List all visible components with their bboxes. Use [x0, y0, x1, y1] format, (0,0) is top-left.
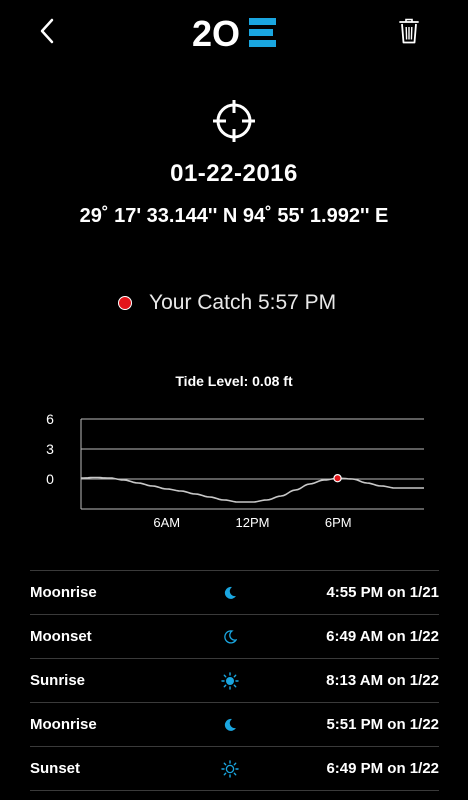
catch-coordinates: 29˚ 17' 33.144'' N 94˚ 55' 1.992'' E [79, 205, 389, 227]
event-name: Sunset [30, 760, 81, 777]
event-row: Moonrise 5:51 PM on 1/22 [30, 703, 439, 747]
event-row: Moonrise 4:55 PM on 1/21 [30, 570, 439, 615]
event-time: 4:55 PM on 1/21 [326, 584, 439, 601]
crosshair-icon [213, 100, 255, 142]
tide-series-line [81, 476, 424, 503]
trash-icon [399, 18, 419, 44]
locate-button[interactable] [211, 98, 257, 144]
y-tick-label: 6 [46, 411, 54, 427]
y-tick-label: 0 [46, 471, 54, 487]
catch-time-marker [333, 473, 342, 483]
tide-level-label: Tide Level: 0.08 ft [175, 373, 293, 389]
logo-e-mark [249, 18, 276, 47]
event-name: Moonset [30, 628, 92, 645]
event-time: 6:49 PM on 1/22 [326, 760, 439, 777]
delete-button[interactable] [392, 14, 426, 48]
event-name: Moonrise [30, 584, 97, 601]
event-row: Sunrise 8:13 AM on 1/22 [30, 659, 439, 703]
catch-row: Your Catch 5:57 PM [118, 288, 336, 318]
tide-chart: 6 3 0 6AM 12PM 6PM [46, 411, 424, 530]
top-bar: 2O E [0, 0, 468, 64]
event-time: 5:51 PM on 1/22 [326, 716, 439, 733]
event-name: Sunrise [30, 672, 86, 689]
catch-date: 01-22-2016 [170, 160, 298, 187]
event-time: 6:49 AM on 1/22 [326, 628, 439, 645]
event-name: Moonrise [30, 716, 97, 733]
x-tick-label: 6AM [153, 515, 180, 530]
sun-filled-icon [220, 671, 240, 691]
sun-outline-icon [220, 759, 240, 779]
astro-events-list: Moonrise 4:55 PM on 1/21 Moonset 6:49 AM on… [30, 570, 439, 791]
x-tick-label: 6PM [325, 515, 352, 530]
event-row: Sunset 6:49 PM on 1/22 [30, 747, 439, 791]
event-row: Moonset 6:49 AM on 1/22 [30, 615, 439, 659]
catch-label: Your Catch 5:57 PM [149, 291, 337, 314]
moon-filled-icon [220, 583, 240, 603]
back-button[interactable] [30, 14, 64, 48]
logo: 2O E [192, 15, 276, 49]
moon-filled-icon [220, 715, 240, 735]
event-time: 8:13 AM on 1/22 [326, 672, 439, 689]
moon-outline-icon [220, 627, 240, 647]
y-tick-label: 3 [46, 441, 54, 457]
x-tick-label: 12PM [236, 515, 270, 530]
chevron-left-icon [40, 18, 54, 44]
logo-text-a: 2O [192, 15, 240, 49]
catch-marker-icon [118, 296, 132, 310]
